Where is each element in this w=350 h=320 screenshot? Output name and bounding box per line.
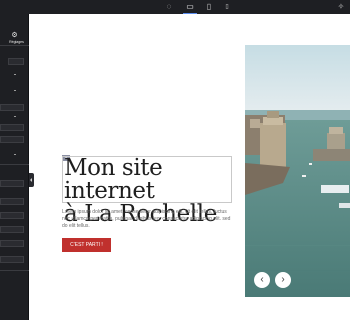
slider-image	[245, 45, 350, 297]
sidebar-divider	[0, 164, 29, 165]
sidebar-control[interactable]	[0, 256, 24, 263]
sidebar-control[interactable]	[0, 212, 24, 219]
sidebar-collapse-handle[interactable]	[29, 173, 34, 187]
sidebar-tick	[14, 90, 16, 91]
sidebar-tick	[14, 116, 16, 117]
gear-icon: ⚙	[11, 32, 18, 39]
cta-button[interactable]: C'EST PARTI !	[62, 238, 111, 252]
editor-toolbar: ◌ ▭ ▯ ▯ ✧	[0, 0, 350, 14]
sidebar-input[interactable]	[0, 136, 24, 143]
gear-circle-icon[interactable]: ◌	[164, 2, 174, 12]
sidebar-divider	[0, 45, 29, 46]
editor-sidebar: ⚙ Réglages	[0, 14, 29, 320]
sidebar-tick	[14, 74, 16, 75]
hero-paragraph: Lorem ipsum dolor sit amet, consectetur …	[62, 209, 231, 229]
chevron-left-icon[interactable]: ‹	[254, 272, 270, 288]
sidebar-tick	[14, 154, 16, 155]
sidebar-input[interactable]	[0, 124, 24, 131]
tablet-icon[interactable]: ▯	[204, 2, 214, 12]
hero-title-line1: Mon site internet	[64, 155, 163, 204]
sidebar-input[interactable]	[0, 104, 24, 111]
sidebar-control[interactable]	[0, 198, 24, 205]
la-rochelle-harbor-photo	[245, 45, 350, 297]
hero-title[interactable]: Mon site internet à La Rochelle	[62, 155, 232, 226]
sidebar-header[interactable]: ⚙ Réglages	[0, 32, 29, 45]
sidebar-select[interactable]	[8, 58, 24, 65]
chevron-right-icon[interactable]: ›	[275, 272, 291, 288]
sidebar-divider	[0, 270, 29, 271]
sidebar-control[interactable]	[0, 180, 24, 187]
sidebar-control[interactable]	[0, 240, 24, 247]
sparkle-icon[interactable]: ✧	[336, 2, 346, 12]
desktop-icon[interactable]: ▭	[183, 2, 197, 14]
mobile-icon[interactable]: ▯	[222, 2, 232, 12]
sidebar-control[interactable]	[0, 226, 24, 233]
